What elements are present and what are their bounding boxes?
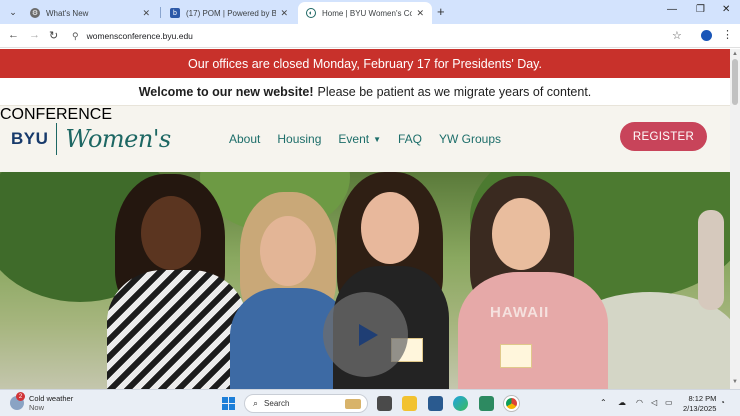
cloud-icon[interactable]: ☁ [618,398,626,407]
tab-search-chevron-icon[interactable]: ⌄ [4,3,22,21]
tab-separator [160,7,161,18]
welcome-banner: Welcome to our new website! Please be pa… [0,78,730,106]
nav-label: About [229,132,261,146]
microsoft-store-icon[interactable] [428,396,443,411]
nav-item-faq[interactable]: FAQ [398,132,422,146]
bookmark-star-icon[interactable]: ☆ [672,29,682,42]
logo-script-text: Women's [65,125,171,153]
wifi-icon[interactable]: ◠ [636,398,643,407]
play-icon [358,323,378,346]
weather-widget[interactable]: 2 Cold weather Now [10,392,74,412]
chevron-down-icon: ▼ [373,134,381,144]
weather-title: Cold weather [29,394,74,403]
scrollbar-thumb[interactable] [732,59,738,105]
system-clock[interactable]: 8:12 PM 2/13/2025 [683,394,716,414]
welcome-heading: Welcome to our new website! [138,84,314,99]
main-navigation: About Housing Event ▼ FAQ YW Groups [229,106,518,172]
reload-icon[interactable]: ↻ [49,29,58,42]
browser-tab-byu-womens-conference[interactable]: ◐ Home | BYU Women's Conference ✕ [298,2,432,24]
volume-icon[interactable]: ◁ [651,398,657,407]
taskbar-search-label: Search [264,399,290,408]
tab-title: What's New [46,8,89,18]
address-url[interactable]: womensconference.byu.edu [87,31,193,41]
nav-item-yw-groups[interactable]: YW Groups [439,132,501,146]
box-favicon-icon: b [170,8,180,18]
windows-taskbar: 2 Cold weather Now ⌕ Search ⌃ ☁ ◠ ◁ ▭ 8:… [0,389,740,416]
minimize-button[interactable]: — [667,4,677,15]
play-video-button[interactable] [323,292,408,377]
tab-close-icon[interactable]: ✕ [280,8,288,19]
back-arrow-icon[interactable]: ← [8,29,19,41]
name-tag [500,344,532,368]
web-page: Our offices are closed Monday, February … [0,49,730,389]
logo-divider [56,123,58,155]
notifications-bell-icon[interactable]: ◔ [720,398,725,407]
tab-title: (17) POM | Powered by Box [186,8,277,18]
nav-label: FAQ [398,132,423,146]
battery-icon[interactable]: ▭ [665,398,673,407]
nav-label: YW Groups [439,132,502,146]
browser-tab-whats-new[interactable]: ⚙ What's New ✕ [22,2,158,24]
logo-byu-text: BYU [11,129,49,148]
new-tab-button[interactable]: + [437,4,445,19]
search-icon: ⌕ [253,398,259,408]
shirt-text: HAWAII [490,304,550,321]
scroll-down-icon[interactable]: ▼ [732,379,738,385]
nav-label: Housing [277,132,322,146]
tab-close-icon[interactable]: ✕ [142,8,150,19]
task-view-icon[interactable] [377,396,392,411]
browser-tab-strip: ⌄ ⚙ What's New ✕ b (17) POM | Powered by… [0,0,740,24]
address-bar[interactable]: ⚲ womensconference.byu.edu [68,27,694,45]
taskbar-search[interactable]: ⌕ Search [244,394,368,413]
welcome-message: Please be patient as we migrate years of… [317,84,592,99]
byu-womens-conference-logo[interactable]: BYU Women's [11,116,171,162]
nav-item-housing[interactable]: Housing [277,132,321,146]
tab-close-icon[interactable]: ✕ [416,8,424,19]
clock-date: 2/13/2025 [683,404,717,413]
nav-label: Event [338,132,370,146]
site-settings-icon[interactable]: ⚲ [72,31,79,42]
clock-time: 8:12 PM [688,394,717,403]
close-window-button[interactable]: ✕ [722,4,730,15]
hero-video[interactable]: HAWAII [0,172,730,389]
site-header: BYU Women's CONFERENCE About Housing Eve… [0,106,730,172]
weather-sub: Now [29,403,45,412]
search-highlight-icon [345,399,361,409]
file-explorer-icon[interactable] [402,396,417,411]
profile-avatar-icon[interactable] [701,30,712,41]
tray-overflow-chevron-icon[interactable]: ⌃ [600,398,607,407]
weather-icon: 2 [10,392,25,410]
app-icon[interactable] [479,396,494,411]
browser-menu-icon[interactable]: ⋮ [722,28,733,41]
scroll-up-icon[interactable]: ▲ [732,51,738,57]
page-scrollbar[interactable]: ▲ ▼ [730,49,740,389]
maximize-button[interactable]: ❐ [696,4,705,15]
weather-badge: 2 [16,392,25,401]
chrome-icon[interactable] [504,396,519,411]
nav-item-event[interactable]: Event ▼ [338,132,381,146]
chrome-gear-icon: ⚙ [30,8,40,18]
forward-arrow-icon[interactable]: → [29,29,40,41]
hero-background-person [698,210,724,310]
register-button[interactable]: REGISTER [620,122,707,151]
edge-icon[interactable] [453,396,468,411]
closure-alert-banner: Our offices are closed Monday, February … [0,49,730,78]
nav-item-about[interactable]: About [229,132,260,146]
browser-toolbar: ← → ↻ ⚲ womensconference.byu.edu ☆ ⋮ [0,24,740,48]
byu-favicon-icon: ◐ [306,8,316,18]
windows-start-icon[interactable] [222,397,235,410]
browser-tab-pom[interactable]: b (17) POM | Powered by Box ✕ [162,2,296,24]
tab-title: Home | BYU Women's Conference [322,8,413,18]
